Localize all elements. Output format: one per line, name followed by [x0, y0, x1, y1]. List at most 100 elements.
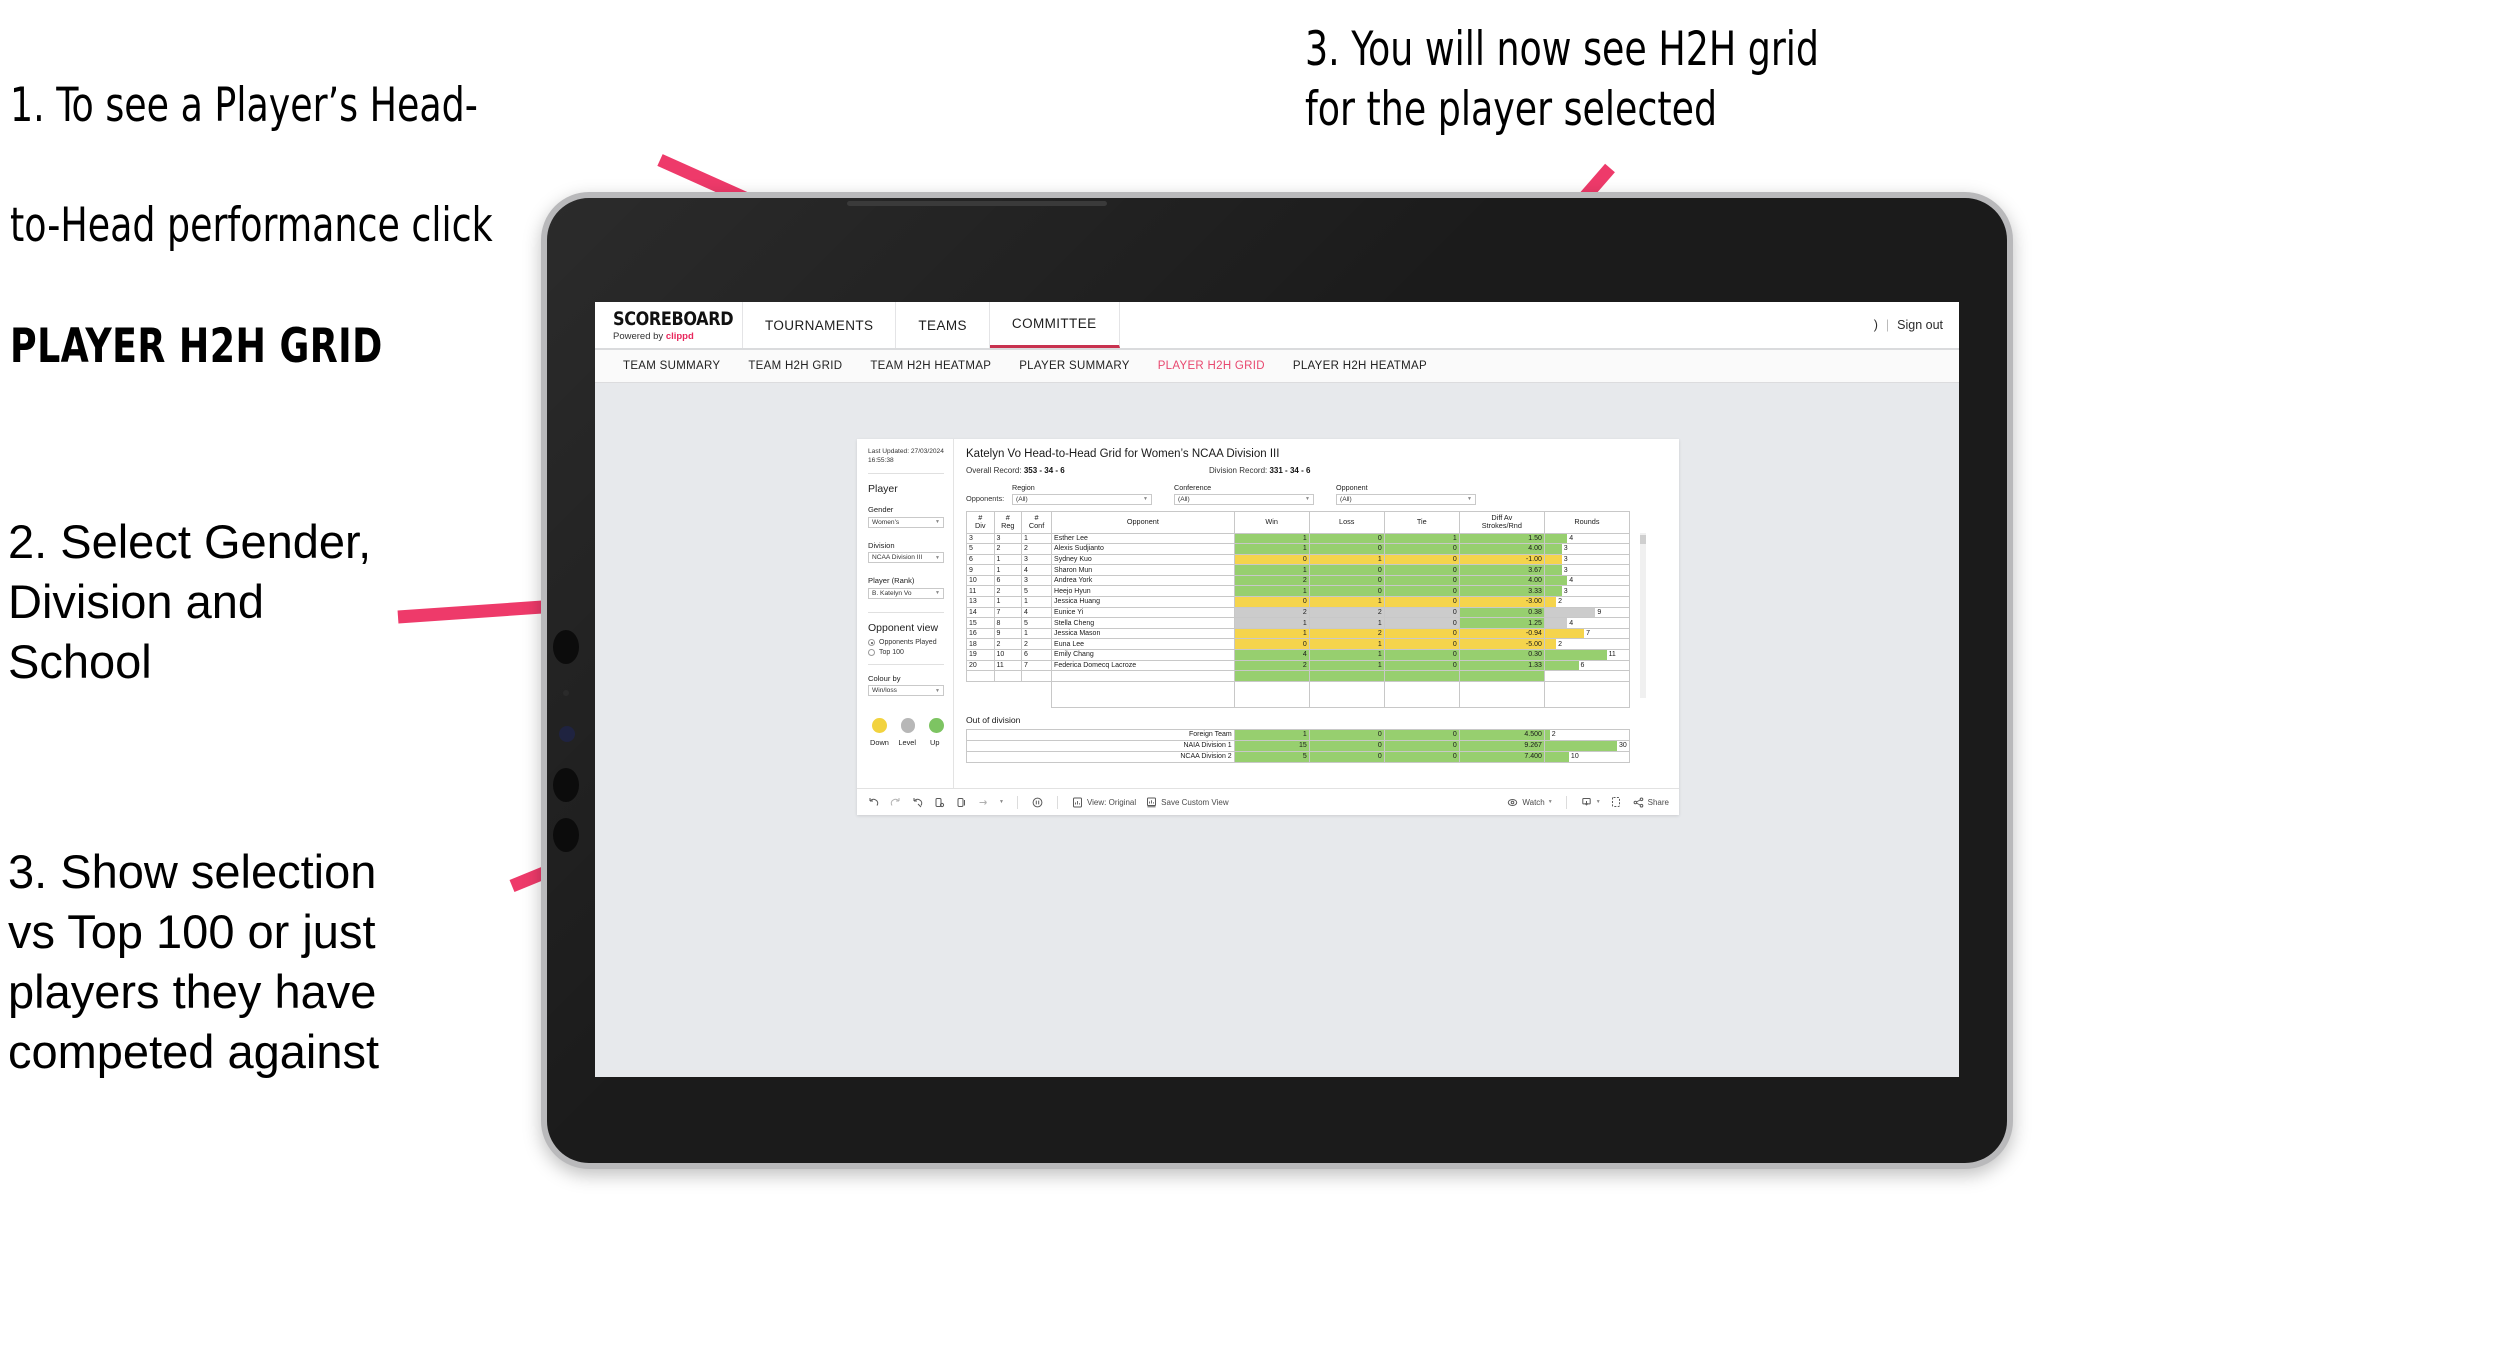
subnav-item-player-summary[interactable]: PLAYER SUMMARY	[1005, 360, 1144, 372]
cell-tie: 0	[1383, 585, 1460, 598]
rounds-value: 4	[1569, 619, 1574, 627]
col-tie: Tie	[1383, 510, 1460, 534]
table-scrollbar[interactable]	[1640, 532, 1646, 698]
cell-div: 10	[966, 574, 995, 587]
rounds-value: 3	[1563, 545, 1568, 553]
table-row[interactable]: 5 2 2 Alexis Sudjianto 1 0 0 4.00 3	[966, 543, 1631, 555]
filter-pane: Last Updated: 27/03/2024 16:55:38 Player…	[857, 439, 954, 815]
colour-by-select[interactable]: Win/loss ▼	[868, 685, 944, 697]
cell	[1308, 680, 1385, 708]
colour-by-label: Colour by	[868, 673, 901, 683]
tablet-button-3[interactable]	[553, 818, 579, 852]
cell-conf: 2	[1021, 638, 1053, 651]
undo-icon[interactable]	[867, 796, 880, 809]
table-row[interactable]: 11 2 5 Heejo Hyun 1 0 0 3.33 3	[966, 585, 1631, 598]
cell-group-name: Foreign Team	[966, 728, 1235, 741]
subnav-item-player-h2h-grid[interactable]: PLAYER H2H GRID	[1144, 360, 1279, 372]
conference-select[interactable]: (All) ▼	[1174, 494, 1314, 505]
viz-canvas: Last Updated: 27/03/2024 16:55:38 Player…	[595, 383, 1959, 1077]
cell-loss: 2	[1308, 606, 1385, 619]
share-button[interactable]: Share	[1632, 796, 1669, 809]
cell-rounds: 30	[1543, 739, 1631, 752]
radio-opponents-played[interactable]: Opponents Played	[868, 638, 944, 646]
rounds-bar	[1544, 740, 1617, 751]
table-row[interactable]: 14 7 4 Eunice Yi 2 2 0 0.38 9	[966, 606, 1631, 619]
region-select[interactable]: (All) ▼	[1012, 494, 1152, 505]
division-record-label: Division Record:	[1209, 466, 1268, 475]
cell-conf: 7	[1021, 659, 1053, 672]
cell	[994, 681, 1022, 707]
radio-top-100[interactable]: Top 100	[868, 648, 944, 656]
chevron-down-icon[interactable]: ▼	[999, 799, 1004, 805]
cell-loss: 0	[1308, 574, 1385, 587]
division-select[interactable]: NCAA Division III ▼	[868, 552, 944, 564]
annotation-1-bold: PLAYER H2H GRID	[10, 318, 383, 374]
table-row[interactable]: 19 10 6 Emily Chang 4 1 0 0.30 11	[966, 649, 1631, 661]
sign-out-link[interactable]: Sign out	[1897, 318, 1943, 332]
division-record: Division Record: 331 - 34 - 6	[1209, 466, 1310, 475]
cell-diff: 1.50	[1458, 532, 1545, 545]
table-row[interactable]: 18 2 2 Euna Lee 0 1 0 -5.00 2	[966, 638, 1631, 651]
cell-loss: 0	[1308, 532, 1385, 545]
table-row[interactable]: 13 1 1 Jessica Huang 0 1 0 -3.00 2	[966, 596, 1631, 608]
cell-conf: 1	[1021, 532, 1053, 545]
pause-icon[interactable]	[955, 796, 968, 809]
cell-reg: 1	[993, 553, 1023, 566]
table-row[interactable]: 10 6 3 Andrea York 2 0 0 4.00 4	[966, 574, 1631, 587]
record-row: Overall Record: 353 - 34 - 6 Division Re…	[966, 466, 1667, 475]
rounds-bar	[1544, 618, 1568, 628]
cell-reg: 1	[993, 564, 1023, 576]
cell-loss: 0	[1308, 739, 1385, 752]
watch-button[interactable]: Watch ▼	[1506, 796, 1553, 809]
cell-reg: 1	[993, 596, 1023, 608]
table-row[interactable]: 16 9 1 Jessica Mason 1 2 0 -0.94 7	[966, 627, 1631, 640]
out-of-division-row[interactable]: NCAA Division 2 5 0 0 7.400 10	[966, 750, 1631, 763]
app-logo[interactable]: SCOREBOARD Powered by clippd	[595, 302, 743, 348]
cell-loss: 0	[1308, 585, 1385, 598]
tablet-button-1[interactable]	[553, 630, 579, 664]
topnav-item-teams[interactable]: TEAMS	[896, 302, 990, 348]
opponent-select[interactable]: (All) ▼	[1336, 494, 1476, 505]
refresh-icon[interactable]	[933, 796, 946, 809]
table-row[interactable]: 3 3 1 Esther Lee 1 0 1 1.50 4	[966, 532, 1631, 545]
table-row[interactable]: 20 11 7 Federica Domecq Lacroze 2 1 0 1.33 6	[966, 659, 1631, 672]
view-original-button[interactable]: View: Original	[1071, 796, 1136, 809]
topnav-item-committee[interactable]: COMMITTEE	[989, 302, 1120, 348]
save-custom-view-button[interactable]: Save Custom View	[1145, 796, 1229, 809]
subnav-item-team-summary[interactable]: TEAM SUMMARY	[609, 360, 734, 372]
table-row[interactable]: 6 1 3 Sydney Kuo 0 1 0 -1.00 3	[966, 553, 1631, 566]
subnav-item-player-h2h-heatmap[interactable]: PLAYER H2H HEATMAP	[1279, 360, 1441, 372]
out-of-division-row[interactable]: Foreign Team 1 0 0 4.500 2	[966, 728, 1631, 741]
cell-diff: 0.38	[1458, 606, 1545, 619]
rounds-value: 6	[1580, 661, 1585, 669]
filter-section-title: Player	[868, 483, 898, 496]
table-row[interactable]: 9 1 4 Sharon Mun 1 0 0 3.67 3	[966, 564, 1631, 576]
scrollbar-thumb[interactable]	[1640, 534, 1646, 544]
subnav-item-team-h2h-grid[interactable]: TEAM H2H GRID	[734, 360, 856, 372]
cell-rounds: 3	[1543, 543, 1631, 555]
redo-arrow-icon[interactable]	[977, 796, 990, 809]
pause-auto-update-icon[interactable]	[1031, 796, 1044, 809]
tablet-button-2[interactable]	[553, 768, 579, 802]
cell-reg: 8	[993, 617, 1023, 629]
player-select[interactable]: B. Katelyn Vo ▼	[868, 587, 944, 599]
region-label: Region	[1012, 483, 1035, 492]
view-original-label: View: Original	[1086, 797, 1137, 807]
tablet-speaker	[847, 201, 1107, 206]
redo-icon[interactable]	[889, 796, 902, 809]
out-of-division-row[interactable]: NAIA Division 1 15 0 0 9.267 30	[966, 739, 1631, 752]
col-loss: Loss	[1308, 510, 1385, 534]
download-button[interactable]: ▼	[1580, 796, 1601, 809]
revert-icon[interactable]	[911, 796, 924, 809]
subnav-item-team-h2h-heatmap[interactable]: TEAM H2H HEATMAP	[856, 360, 1005, 372]
cell-opponent: Federica Domecq Lacroze	[1051, 659, 1235, 672]
gender-select[interactable]: Women's ▼	[868, 516, 944, 528]
cell-rounds: 6	[1543, 659, 1631, 672]
cell-reg: 10	[993, 649, 1023, 661]
cell-win: 4	[1233, 649, 1310, 661]
topnav-item-tournaments[interactable]: TOURNAMENTS	[743, 302, 897, 348]
last-updated-text: Last Updated: 27/03/2024 16:55:38	[868, 448, 944, 464]
table-row[interactable]: 15 8 5 Stella Cheng 1 1 0 1.25 4	[966, 617, 1631, 629]
fullscreen-icon[interactable]	[1610, 796, 1623, 809]
annotation-2: 2. Select Gender, Division and School	[8, 515, 372, 689]
